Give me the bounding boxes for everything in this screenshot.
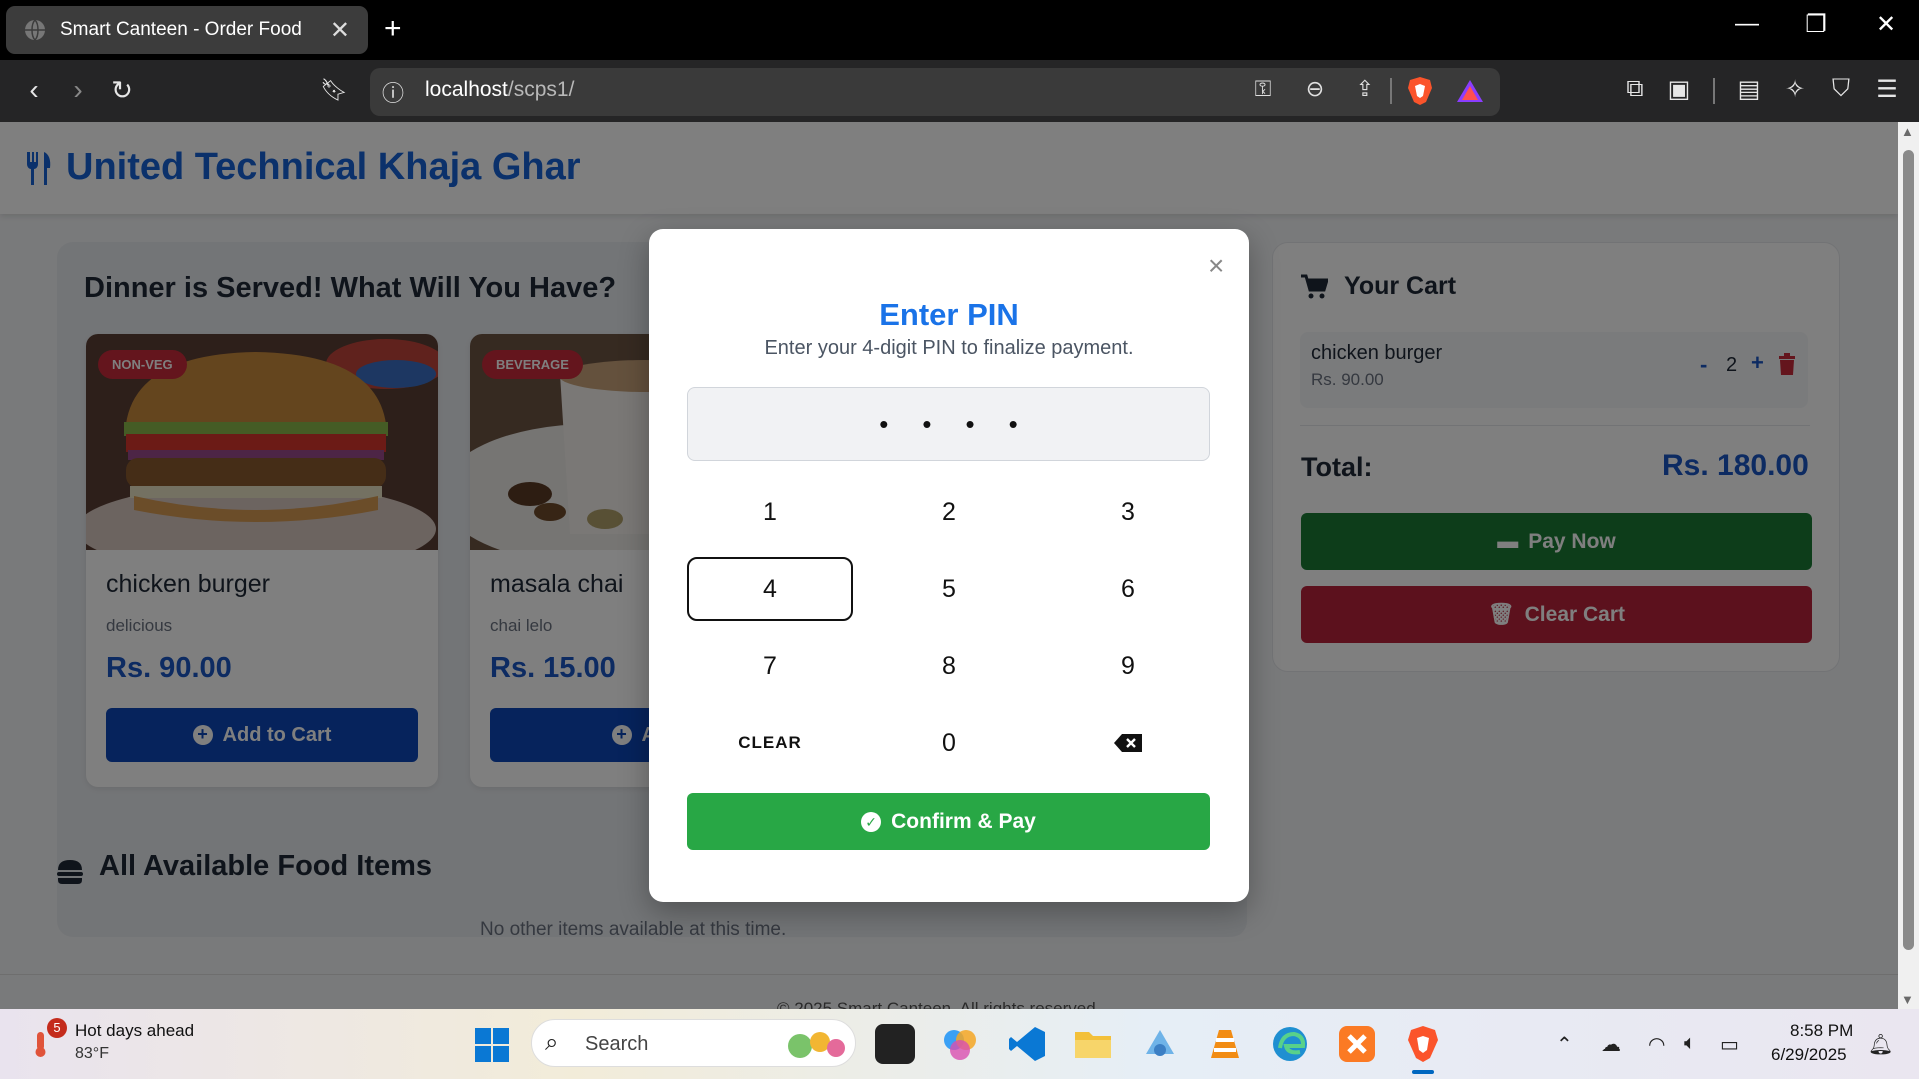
toolbar-divider <box>1390 78 1392 104</box>
show-hidden-icons-chevron-icon[interactable]: ⌃ <box>1556 1032 1573 1057</box>
leo-ai-icon[interactable]: ✧ <box>1778 75 1812 104</box>
close-icon[interactable]: × <box>1208 250 1224 282</box>
brave-rewards-icon[interactable] <box>1456 78 1484 104</box>
extensions-icon[interactable]: ⧉ <box>1618 75 1652 103</box>
keypad-key-3[interactable]: 3 <box>1045 480 1211 544</box>
keypad-key-6[interactable]: 6 <box>1045 557 1211 621</box>
taskbar-search-placeholder[interactable]: Search <box>585 1033 648 1056</box>
keypad-key-0[interactable]: 0 <box>866 711 1032 775</box>
modal-subtitle: Enter your 4-digit PIN to finalize payme… <box>764 337 1134 359</box>
globe-icon <box>25 19 45 41</box>
tab-close-icon[interactable]: ✕ <box>330 16 350 45</box>
password-key-icon[interactable]: ⚿ <box>1248 76 1278 102</box>
keypad-key-9[interactable]: 9 <box>1045 634 1211 698</box>
clock-time[interactable]: 8:58 PM <box>1790 1021 1853 1041</box>
share-icon[interactable]: ⇪ <box>1350 76 1380 102</box>
menu-icon[interactable]: ☰ <box>1870 75 1904 104</box>
site-info-icon[interactable]: ⓘ <box>378 76 408 108</box>
scroll-down-arrow[interactable]: ▼ <box>1901 992 1914 1007</box>
keypad-key-8[interactable]: 8 <box>866 634 1032 698</box>
keypad-key-2[interactable]: 2 <box>866 480 1032 544</box>
copilot-icon[interactable] <box>940 1024 980 1064</box>
restore-button[interactable]: ❐ <box>1796 10 1836 39</box>
url-text[interactable]: localhost/scps1/ <box>425 78 574 102</box>
search-icon: ⌕ <box>545 1029 559 1056</box>
vscode-icon[interactable] <box>1007 1024 1047 1064</box>
confirm-pay-button[interactable]: ✓ Confirm & Pay <box>687 793 1210 850</box>
reader-mode-icon[interactable]: ▣ <box>1662 75 1696 104</box>
active-app-indicator <box>1412 1070 1434 1074</box>
bookmark-icon[interactable]: 🔖︎ <box>316 74 352 106</box>
clock-date[interactable]: 6/29/2025 <box>1771 1045 1847 1065</box>
windows-start-icon[interactable] <box>474 1027 510 1063</box>
file-explorer-icon[interactable] <box>1073 1024 1113 1064</box>
wallet-icon[interactable]: ▤ <box>1732 75 1766 104</box>
backspace-icon <box>1114 734 1142 752</box>
check-circle-icon: ✓ <box>861 811 882 832</box>
notification-bell-icon[interactable]: 🔔︎ <box>1868 1032 1893 1057</box>
wifi-icon[interactable]: ◠ <box>1648 1032 1665 1057</box>
battery-icon[interactable]: ▭ <box>1720 1032 1739 1057</box>
snipping-tool-icon[interactable] <box>1140 1024 1180 1064</box>
keypad-backspace-button[interactable] <box>1045 711 1211 775</box>
weather-notification-badge: 5 <box>47 1018 67 1038</box>
scroll-up-arrow[interactable]: ▲ <box>1901 124 1914 139</box>
weather-temperature[interactable]: 83°F <box>75 1045 109 1063</box>
vpn-icon[interactable]: ⛉ <box>1824 75 1858 103</box>
pin-masked-value: •••• <box>879 408 1052 439</box>
keypad-clear-button[interactable]: CLEAR <box>687 711 853 775</box>
new-tab-button[interactable]: + <box>384 14 402 44</box>
scrollbar-thumb[interactable] <box>1903 150 1914 950</box>
search-highlight-icon <box>788 1032 845 1058</box>
browser-tab[interactable]: Smart Canteen - Order Food ✕ <box>6 6 368 54</box>
keypad-key-1[interactable]: 1 <box>687 480 853 544</box>
modal-title: Enter PIN <box>879 297 1019 332</box>
back-button[interactable]: ‹ <box>16 74 52 106</box>
edge-icon[interactable] <box>1270 1024 1310 1064</box>
volume-icon[interactable]: 🔈︎ <box>1684 1032 1696 1055</box>
minimize-button[interactable]: — <box>1727 10 1767 38</box>
brave-browser-icon[interactable] <box>1403 1024 1443 1064</box>
task-view-icon[interactable] <box>875 1024 915 1064</box>
brave-shields-icon[interactable] <box>1406 76 1434 106</box>
onedrive-cloud-icon[interactable]: ☁ <box>1601 1032 1621 1057</box>
page-viewport: United Technical Khaja Ghar Dinner is Se… <box>0 122 1898 1009</box>
forward-button[interactable]: › <box>60 74 96 106</box>
toolbar-divider <box>1713 78 1715 104</box>
keypad-key-5[interactable]: 5 <box>866 557 1032 621</box>
vlc-icon[interactable] <box>1205 1024 1245 1064</box>
weather-title[interactable]: Hot days ahead <box>75 1021 194 1041</box>
reload-button[interactable]: ↻ <box>104 74 140 106</box>
close-window-button[interactable]: ✕ <box>1866 10 1906 39</box>
xampp-icon[interactable] <box>1337 1024 1377 1064</box>
zoom-out-icon[interactable]: ⊖ <box>1300 76 1330 102</box>
keypad-key-7[interactable]: 7 <box>687 634 853 698</box>
keypad-key-4[interactable]: 4 <box>687 557 853 621</box>
tab-title: Smart Canteen - Order Food <box>60 19 302 40</box>
